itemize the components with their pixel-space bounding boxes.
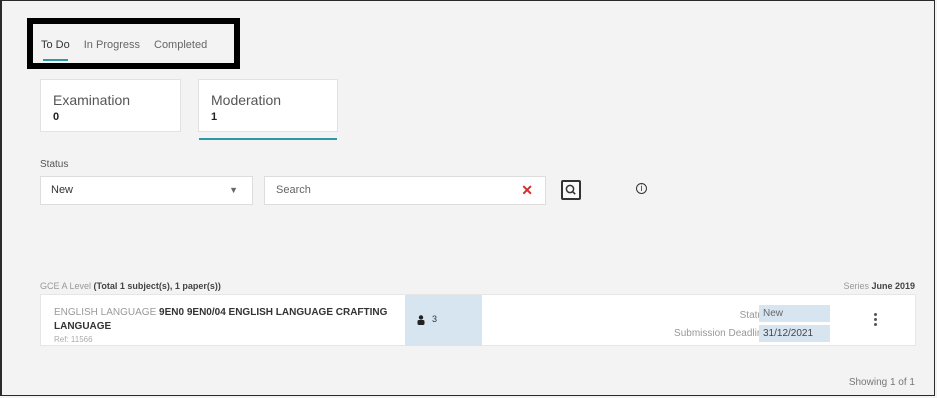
kebab-menu-icon[interactable]: [874, 313, 878, 329]
series-label: Series: [843, 281, 869, 291]
moderation-card-title: Moderation: [211, 92, 282, 108]
person-icon: [417, 315, 425, 325]
tab-completed[interactable]: Completed: [154, 39, 207, 51]
series-value: June 2019: [871, 281, 915, 291]
group-header: GCE A Level (Total 1 subject(s), 1 paper…: [40, 281, 221, 291]
qualification-level: GCE A Level: [40, 281, 92, 291]
search-button[interactable]: [561, 180, 581, 200]
paper-row[interactable]: ENGLISH LANGUAGE 9EN0 9EN0/04 ENGLISH LA…: [40, 294, 916, 346]
row-status-value: New: [759, 305, 830, 322]
tab-todo[interactable]: To Do: [41, 39, 70, 61]
info-icon[interactable]: i: [636, 183, 647, 194]
row-deadline-value: 31/12/2021: [759, 325, 830, 342]
examination-card-title: Examination: [53, 92, 131, 108]
clear-icon[interactable]: ✕: [521, 182, 533, 199]
status-select[interactable]: New ▼: [40, 176, 253, 205]
status-select-value: New: [51, 184, 74, 196]
group-summary: (Total 1 subject(s), 1 paper(s)): [93, 281, 221, 291]
search-placeholder: Search: [276, 184, 311, 196]
candidate-count-cell: 3: [405, 295, 482, 346]
candidate-count: 3: [432, 314, 438, 324]
tab-bar: To Do In Progress Completed: [41, 39, 221, 61]
row-deadline-label: Submission Deadline: [674, 328, 768, 339]
examination-card[interactable]: Examination 0: [40, 79, 181, 132]
tab-in-progress[interactable]: In Progress: [84, 39, 140, 51]
pagination-summary: Showing 1 of 1: [848, 377, 915, 388]
subject-title: ENGLISH LANGUAGE 9EN0 9EN0/04 ENGLISH LA…: [54, 306, 414, 334]
status-filter-label: Status: [40, 159, 69, 170]
moderation-card-count: 1: [211, 111, 218, 123]
search-icon: [565, 184, 576, 195]
search-input[interactable]: Search ✕: [264, 176, 546, 205]
series-info: Series June 2019: [843, 281, 915, 291]
row-ref: Ref: 11566: [54, 335, 93, 344]
moderation-card[interactable]: Moderation 1: [198, 79, 338, 140]
examination-card-count: 0: [53, 111, 60, 123]
caret-down-icon: ▼: [229, 185, 238, 195]
subject-prefix: ENGLISH LANGUAGE: [54, 307, 157, 318]
